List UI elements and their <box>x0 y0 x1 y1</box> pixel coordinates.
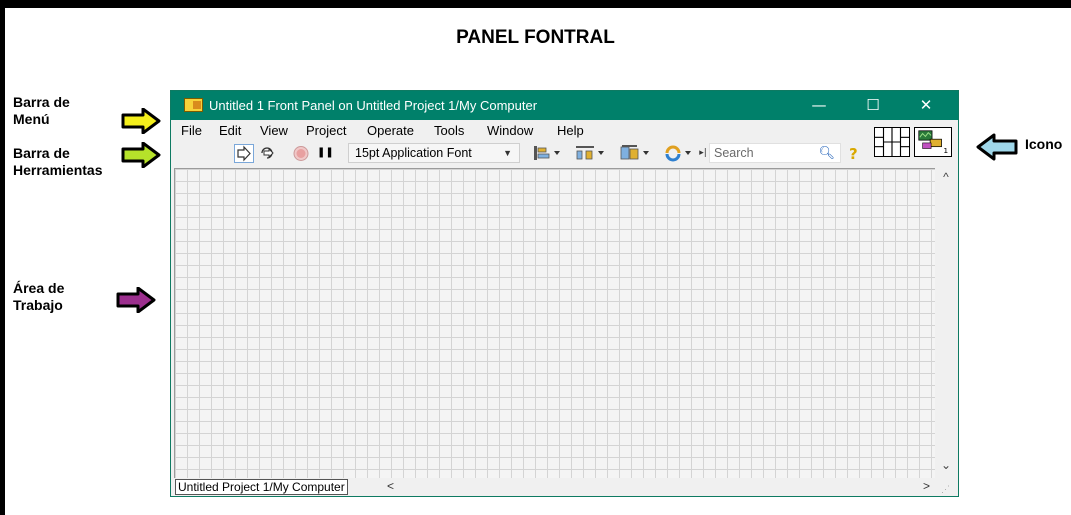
maximize-button[interactable]: ☐ <box>851 91 895 120</box>
pause-icon[interactable]: ❚❚ <box>317 144 334 162</box>
menu-bar: File Edit View Project Operate Tools Win… <box>171 120 871 140</box>
frame-left-border <box>0 0 5 515</box>
scroll-left-icon[interactable]: < <box>387 479 394 493</box>
align-objects-icon[interactable] <box>532 144 564 162</box>
page-title: PANEL FONTRAL <box>456 27 615 48</box>
menu-tools[interactable]: Tools <box>434 123 464 138</box>
front-panel-window: Untitled 1 Front Panel on Untitled Proje… <box>170 90 959 497</box>
search-input[interactable]: Search 🔍︎ <box>709 143 841 163</box>
menu-file[interactable]: File <box>181 123 202 138</box>
icon-arrow-icon <box>976 133 1018 161</box>
vi-icon[interactable]: 1 <box>914 127 952 157</box>
annotation-work-area-line1: Área de <box>13 280 65 296</box>
search-icon[interactable]: 🔍︎ <box>818 144 835 162</box>
menu-help[interactable]: Help <box>557 123 584 138</box>
close-button[interactable]: ✕ <box>904 91 948 120</box>
help-icon[interactable]: ? <box>849 145 858 163</box>
annotation-toolbar: Barra de Herramientas <box>13 145 103 179</box>
resize-objects-icon[interactable] <box>619 144 653 162</box>
maximize-icon: ☐ <box>866 96 880 114</box>
font-select[interactable]: 15pt Application Font ▼ <box>348 143 520 163</box>
application-instance-context[interactable]: Untitled Project 1/My Computer <box>175 479 348 495</box>
distribute-objects-icon[interactable] <box>574 144 608 162</box>
run-arrow-icon[interactable] <box>234 144 254 163</box>
search-placeholder: Search <box>714 146 754 160</box>
run-continuously-icon[interactable] <box>257 144 277 163</box>
svg-text:1: 1 <box>943 146 948 155</box>
annotation-work-area-line2: Trabajo <box>13 297 63 313</box>
annotation-toolbar-line2: Herramientas <box>13 162 103 178</box>
menu-view[interactable]: View <box>260 123 288 138</box>
annotation-menu-bar-line2: Menú <box>13 111 50 127</box>
workarea-arrow-icon <box>116 287 156 313</box>
annotation-menu-bar-line1: Barra de <box>13 94 70 110</box>
cleanup-icon[interactable]: ▸| <box>698 144 708 162</box>
resize-grip-icon[interactable]: ⋰ <box>941 484 950 495</box>
minimize-icon: — <box>811 96 827 114</box>
menu-project[interactable]: Project <box>306 123 346 138</box>
annotation-toolbar-line1: Barra de <box>13 145 70 161</box>
window-titlebar[interactable]: Untitled 1 Front Panel on Untitled Proje… <box>171 91 958 120</box>
menu-edit[interactable]: Edit <box>219 123 241 138</box>
menu-operate[interactable]: Operate <box>367 123 414 138</box>
frame-top-border <box>0 0 1071 8</box>
annotation-menu-bar: Barra de Menú <box>13 94 70 128</box>
annotation-icon: Icono <box>1025 136 1063 152</box>
scroll-right-icon[interactable]: > <box>923 479 930 493</box>
scroll-down-icon[interactable]: ⌄ <box>935 458 957 472</box>
abort-icon[interactable] <box>291 144 311 163</box>
minimize-button[interactable]: — <box>797 91 841 120</box>
work-area[interactable] <box>174 168 935 478</box>
menu-arrow-icon <box>121 108 161 134</box>
status-bar: Untitled Project 1/My Computer < > ⋰ <box>171 478 958 496</box>
toolbar: ❚❚ 15pt Application Font ▼ ▸| Search 🔍︎ … <box>171 140 871 167</box>
font-select-value: 15pt Application Font <box>355 146 472 160</box>
chevron-down-icon: ▼ <box>503 148 512 158</box>
close-icon: ✕ <box>919 96 933 114</box>
connector-pane-icon[interactable] <box>874 127 910 157</box>
window-title: Untitled 1 Front Panel on Untitled Proje… <box>209 98 538 113</box>
labview-app-icon <box>184 98 203 112</box>
scroll-up-icon[interactable]: ^ <box>935 170 957 184</box>
vertical-scrollbar[interactable]: ^ ⌄ <box>935 168 957 478</box>
menu-window[interactable]: Window <box>487 123 533 138</box>
toolbar-arrow-icon <box>121 142 161 168</box>
annotation-work-area: Área de Trabajo <box>13 280 64 314</box>
reorder-icon[interactable] <box>663 144 697 162</box>
